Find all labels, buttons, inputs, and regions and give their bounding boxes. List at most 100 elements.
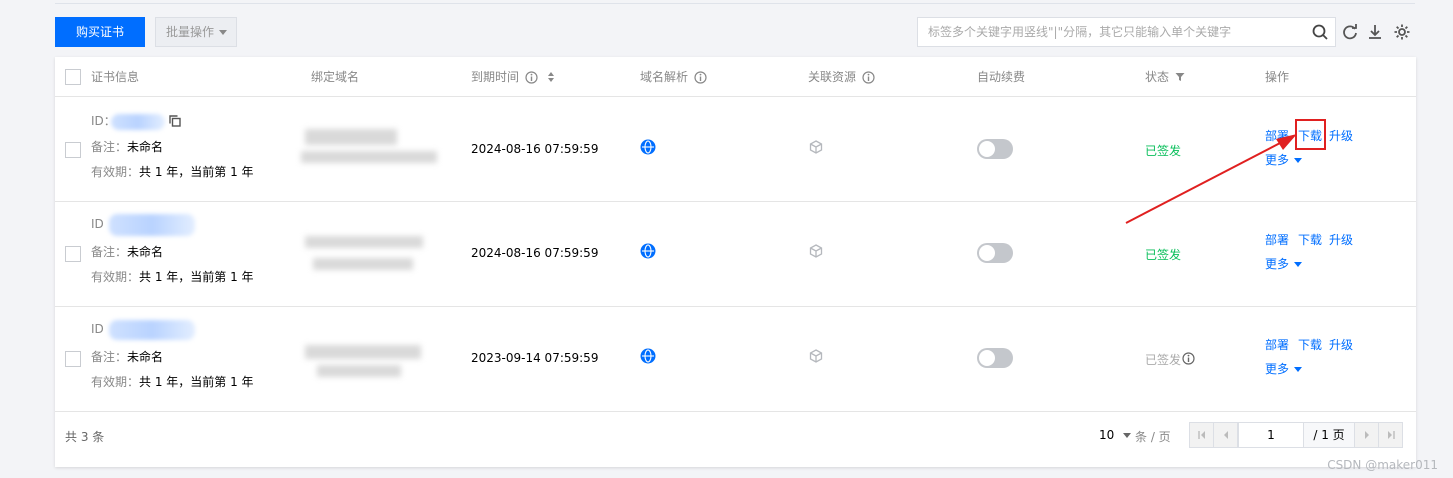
domain-redacted <box>305 129 397 145</box>
next-page-icon[interactable] <box>1354 422 1379 448</box>
refresh-icon[interactable] <box>1341 23 1359 41</box>
column-header-resource: 关联资源 <box>808 57 875 97</box>
total-count: 共 3 条 <box>65 430 105 444</box>
info-icon[interactable] <box>694 70 707 84</box>
search-input[interactable] <box>918 18 1308 46</box>
download-link[interactable]: 下载 <box>1298 231 1322 248</box>
download-icon[interactable] <box>1366 23 1384 41</box>
domain-redacted <box>317 365 401 377</box>
validity-label: 有效期： <box>91 375 140 389</box>
batch-operation-button[interactable]: 批量操作 <box>155 17 237 47</box>
column-header-domain: 绑定域名 <box>311 70 360 84</box>
more-dropdown[interactable]: 更多 <box>1265 360 1303 377</box>
upgrade-link[interactable]: 升级 <box>1329 336 1353 353</box>
row-checkbox[interactable] <box>65 142 81 158</box>
table-header: 证书信息 绑定域名 到期时间 域名解析 关联资源 自动续费 状态 操作 <box>55 57 1416 97</box>
note-label: 备注： <box>91 140 128 154</box>
caret-down-icon <box>1123 433 1132 438</box>
info-icon[interactable] <box>525 70 538 84</box>
info-icon[interactable] <box>862 70 875 84</box>
cube-icon <box>809 140 823 154</box>
upgrade-link[interactable]: 升级 <box>1329 231 1353 248</box>
prev-page-icon[interactable] <box>1213 422 1238 448</box>
validity-label: 有效期： <box>91 165 140 179</box>
cert-id-label: ID <box>91 322 104 336</box>
filter-icon[interactable] <box>1175 72 1185 82</box>
validity-value: 共 1 年，当前第 1 年 <box>139 270 254 284</box>
toolbar: 购买证书 批量操作 <box>55 17 1416 47</box>
auto-renew-toggle[interactable] <box>977 139 1013 159</box>
per-page-label: 条 / 页 <box>1135 430 1171 444</box>
buy-certificate-button[interactable]: 购买证书 <box>55 17 145 47</box>
domain-redacted <box>305 345 421 359</box>
certificate-table-panel: 证书信息 绑定域名 到期时间 域名解析 关联资源 自动续费 状态 操作 ID： … <box>55 57 1416 467</box>
caret-down-icon <box>1294 367 1303 372</box>
validity-value: 共 1 年，当前第 1 年 <box>139 375 254 389</box>
validity-label: 有效期： <box>91 270 140 284</box>
page-size-select[interactable]: 10 <box>1099 428 1132 442</box>
expire-time: 2023-09-14 07:59:59 <box>471 351 599 365</box>
download-link[interactable]: 下载 <box>1298 336 1322 353</box>
more-label: 更多 <box>1265 153 1290 167</box>
first-page-icon[interactable] <box>1189 422 1214 448</box>
settings-gear-icon[interactable] <box>1393 23 1411 41</box>
select-all-checkbox[interactable] <box>65 69 81 85</box>
more-label: 更多 <box>1265 362 1290 376</box>
domain-redacted <box>301 151 437 163</box>
auto-renew-toggle[interactable] <box>977 348 1013 368</box>
column-header-status[interactable]: 状态 <box>1145 57 1185 97</box>
status-badge: 已签发 <box>1145 144 1182 158</box>
status-badge: 已签发 <box>1145 248 1182 262</box>
expire-time: 2024-08-16 07:59:59 <box>471 142 599 156</box>
page-size-value: 10 <box>1099 428 1115 442</box>
note-label: 备注： <box>91 245 128 259</box>
cube-icon <box>809 244 823 258</box>
copy-icon[interactable] <box>169 115 181 127</box>
cert-id-redacted <box>111 114 165 130</box>
column-header-status-label: 状态 <box>1145 70 1170 84</box>
globe-icon[interactable] <box>640 348 656 364</box>
page-total: / 1 页 <box>1303 422 1355 448</box>
table-footer: 共 3 条 10 条 / 页 / 1 页 <box>55 411 1416 467</box>
sort-icon[interactable] <box>546 71 556 83</box>
globe-icon[interactable] <box>640 243 656 259</box>
deploy-link[interactable]: 部署 <box>1265 127 1289 144</box>
globe-icon[interactable] <box>640 139 656 155</box>
info-icon[interactable] <box>1182 352 1195 365</box>
row-checkbox[interactable] <box>65 351 81 367</box>
table-row: ID 备注： 未命名 有效期： 共 1 年，当前第 1 年 2023-09-14… <box>55 307 1416 412</box>
watermark: CSDN @maker011 <box>1327 458 1438 472</box>
auto-renew-toggle[interactable] <box>977 243 1013 263</box>
column-header-ops: 操作 <box>1265 70 1290 84</box>
column-header-expire[interactable]: 到期时间 <box>471 57 556 97</box>
caret-down-icon <box>219 30 227 35</box>
search-icon[interactable] <box>1311 23 1329 41</box>
domain-redacted <box>313 258 413 270</box>
domain-redacted <box>305 236 423 248</box>
row-checkbox[interactable] <box>65 246 81 262</box>
note-value: 未命名 <box>127 245 164 259</box>
cert-id-redacted <box>109 214 195 236</box>
top-divider <box>55 0 1415 4</box>
more-dropdown[interactable]: 更多 <box>1265 255 1303 272</box>
caret-down-icon <box>1294 262 1303 267</box>
upgrade-link[interactable]: 升级 <box>1329 127 1353 144</box>
page-number-input[interactable] <box>1238 422 1304 448</box>
cert-id-redacted <box>109 320 195 340</box>
cube-icon <box>809 349 823 363</box>
pagination: / 1 页 <box>1189 422 1405 448</box>
column-header-resource-label: 关联资源 <box>808 70 857 84</box>
cert-id-label: ID <box>91 217 104 231</box>
batch-operation-label: 批量操作 <box>166 25 215 39</box>
column-header-cert-info: 证书信息 <box>91 70 140 84</box>
note-value: 未命名 <box>127 350 164 364</box>
download-highlight-box <box>1295 119 1326 150</box>
caret-down-icon <box>1294 158 1303 163</box>
last-page-icon[interactable] <box>1378 422 1403 448</box>
deploy-link[interactable]: 部署 <box>1265 336 1289 353</box>
more-dropdown[interactable]: 更多 <box>1265 151 1303 168</box>
column-header-auto-renew: 自动续费 <box>977 70 1026 84</box>
validity-value: 共 1 年，当前第 1 年 <box>139 165 254 179</box>
deploy-link[interactable]: 部署 <box>1265 231 1289 248</box>
more-label: 更多 <box>1265 257 1290 271</box>
